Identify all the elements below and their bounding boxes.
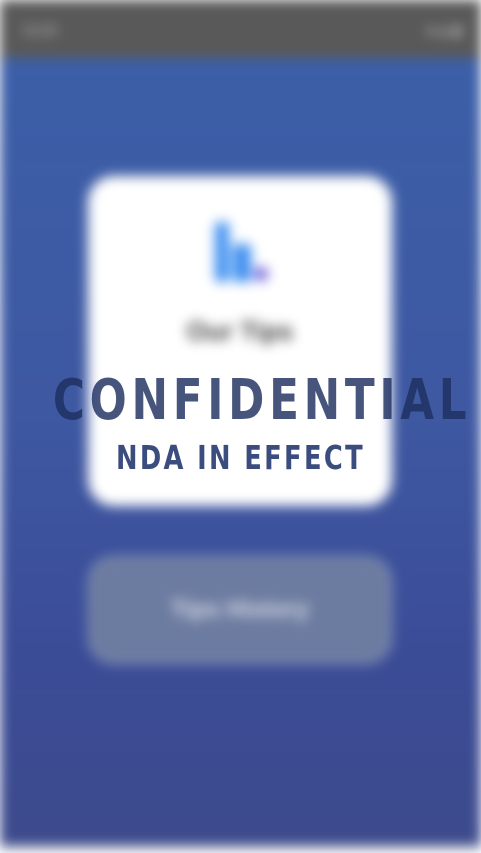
bottom-strip — [0, 846, 481, 853]
app-content-blurred: 10:00 ●▲▮ Our Tips Tips History — [0, 0, 481, 853]
phone-screen: 10:00 ●▲▮ Our Tips Tips History CONFIDEN… — [0, 0, 481, 853]
wifi-icon: ● — [426, 22, 438, 38]
signal-icon: ▲ — [437, 22, 454, 38]
status-icons: ●▲▮ — [427, 22, 463, 39]
status-time: 10:00 — [22, 22, 58, 38]
tips-card-title: Our Tips — [186, 316, 294, 346]
status-bar: 10:00 ●▲▮ — [0, 0, 481, 58]
tips-history-button[interactable]: Tips History — [88, 556, 392, 664]
battery-icon: ▮ — [453, 22, 463, 38]
tips-card[interactable]: Our Tips — [88, 176, 392, 506]
tips-logo-icon — [215, 222, 268, 282]
